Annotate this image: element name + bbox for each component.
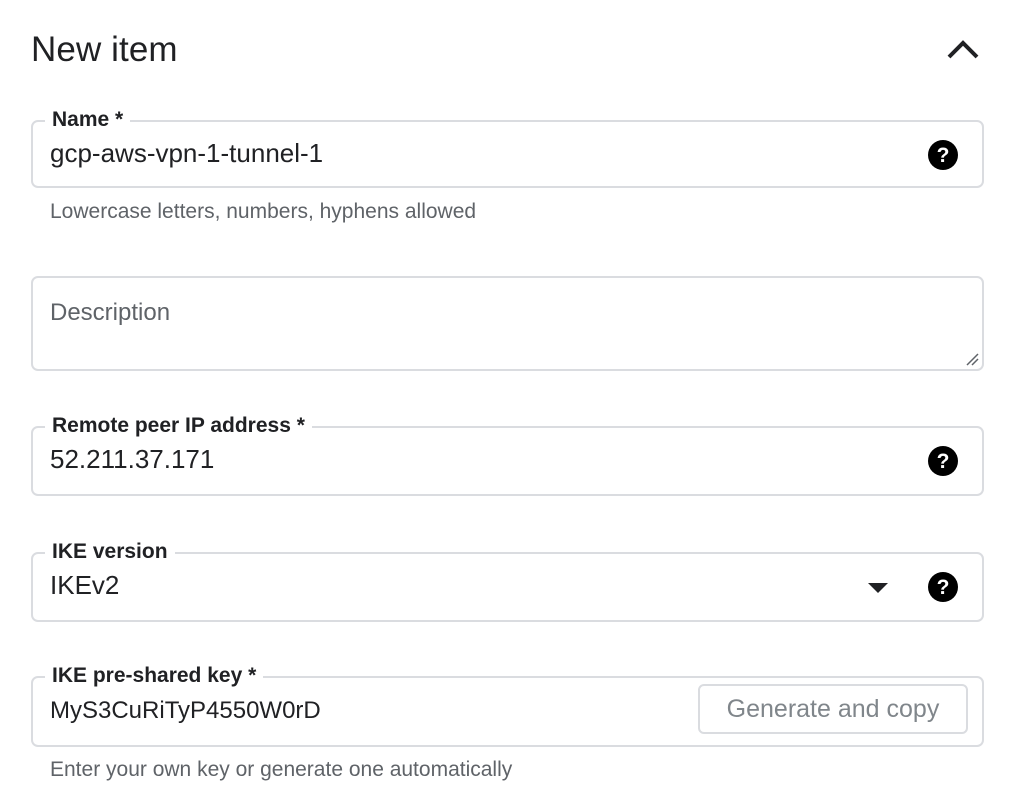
resize-handle-icon[interactable] bbox=[965, 352, 979, 366]
svg-text:?: ? bbox=[937, 576, 950, 599]
help-icon[interactable]: ? bbox=[928, 446, 958, 476]
ike-version-value[interactable]: IKEv2 bbox=[50, 570, 119, 601]
page-title: New item bbox=[31, 30, 178, 69]
description-placeholder: Description bbox=[50, 299, 171, 326]
remote-peer-ip-field[interactable]: Remote peer IP address * 52.211.37.171 ? bbox=[31, 413, 984, 496]
section-header: New item bbox=[31, 30, 991, 76]
pre-shared-key-value[interactable]: MyS3CuRiTyP4550W0rD bbox=[50, 697, 321, 725]
name-field[interactable]: Name * gcp-aws-vpn-1-tunnel-1 ? bbox=[31, 107, 984, 188]
svg-text:?: ? bbox=[937, 144, 950, 167]
help-icon[interactable]: ? bbox=[928, 572, 958, 602]
name-field-value[interactable]: gcp-aws-vpn-1-tunnel-1 bbox=[50, 138, 323, 169]
ike-version-label: IKE version bbox=[45, 539, 175, 565]
description-field[interactable]: Description bbox=[31, 276, 984, 371]
help-icon[interactable]: ? bbox=[928, 140, 958, 170]
pre-shared-key-hint: Enter your own key or generate one autom… bbox=[50, 758, 513, 781]
collapse-button[interactable] bbox=[943, 30, 983, 70]
pre-shared-key-label: IKE pre-shared key * bbox=[45, 663, 264, 689]
remote-peer-ip-value[interactable]: 52.211.37.171 bbox=[50, 444, 214, 475]
chevron-up-icon bbox=[947, 40, 979, 59]
name-field-label: Name * bbox=[45, 107, 131, 133]
svg-text:?: ? bbox=[937, 450, 950, 473]
generate-and-copy-button[interactable]: Generate and copy bbox=[698, 684, 968, 734]
dropdown-arrow-icon[interactable] bbox=[868, 583, 888, 593]
ike-version-select[interactable]: IKE version IKEv2 ? bbox=[31, 539, 984, 622]
pre-shared-key-field[interactable]: IKE pre-shared key * MyS3CuRiTyP4550W0rD… bbox=[31, 663, 984, 747]
name-field-hint: Lowercase letters, numbers, hyphens allo… bbox=[50, 200, 477, 223]
remote-peer-ip-label: Remote peer IP address * bbox=[45, 413, 312, 439]
